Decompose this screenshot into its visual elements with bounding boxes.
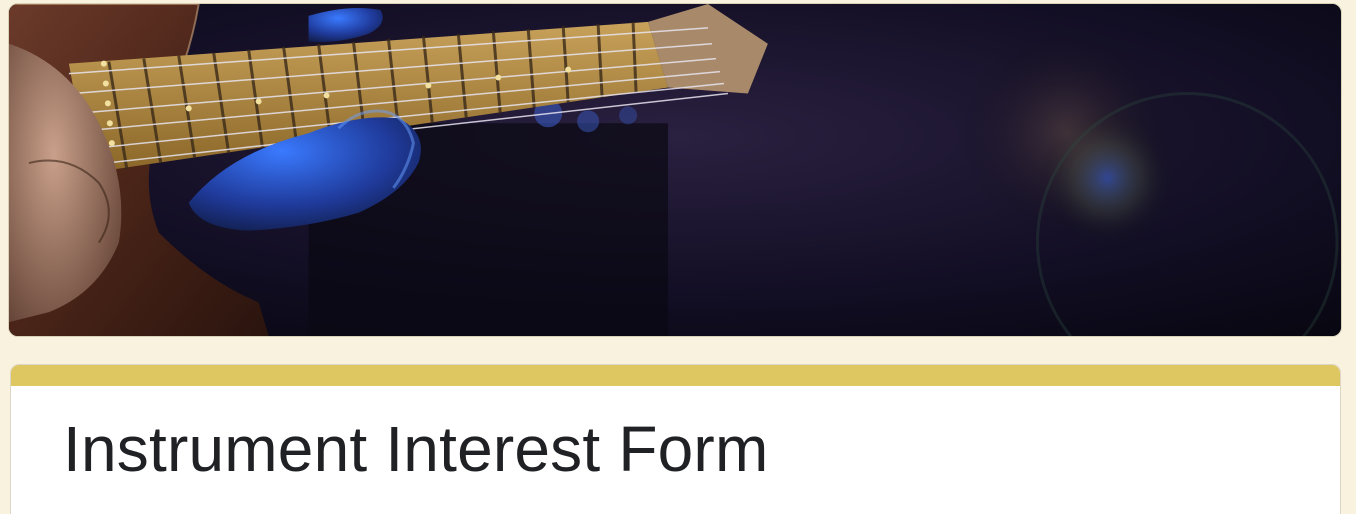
form-page: Instrument Interest Form: [0, 0, 1356, 514]
accent-bar: [11, 365, 1340, 386]
header-banner-image: [8, 3, 1342, 337]
form-title: Instrument Interest Form: [63, 413, 769, 485]
form-header-card: Instrument Interest Form: [10, 364, 1341, 514]
guitar-banner-illustration: [9, 4, 1341, 336]
